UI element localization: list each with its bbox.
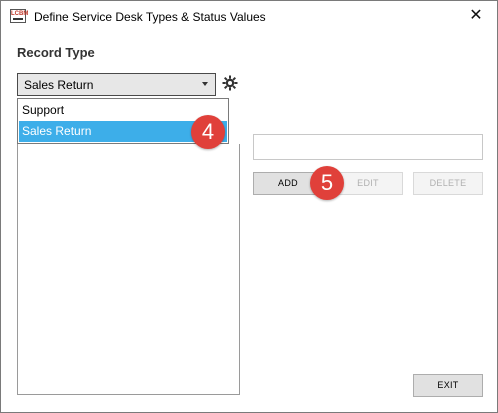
record-type-selected-value: Sales Return — [24, 78, 94, 92]
delete-button[interactable]: DELETE — [413, 172, 483, 195]
status-value-input[interactable] — [253, 134, 483, 160]
exit-button[interactable]: EXIT — [413, 374, 483, 397]
gear-icon[interactable] — [222, 75, 238, 91]
record-type-label: Record Type — [17, 45, 95, 60]
close-icon[interactable]: ✕ — [467, 7, 485, 25]
record-type-select[interactable]: Sales Return — [17, 73, 216, 96]
step-marker-5: 5 — [310, 166, 344, 200]
dropdown-option-support[interactable]: Support — [19, 100, 227, 121]
step-marker-4: 4 — [191, 115, 225, 149]
window-title: Define Service Desk Types & Status Value… — [34, 10, 266, 24]
app-icon-text: LCBM — [11, 11, 29, 17]
chevron-down-icon — [202, 82, 208, 86]
app-icon: LCBM — [10, 9, 29, 23]
dialog-window: LCBM Define Service Desk Types & Status … — [0, 0, 498, 413]
title-bar: LCBM Define Service Desk Types & Status … — [1, 1, 497, 33]
record-type-list[interactable] — [17, 144, 240, 395]
